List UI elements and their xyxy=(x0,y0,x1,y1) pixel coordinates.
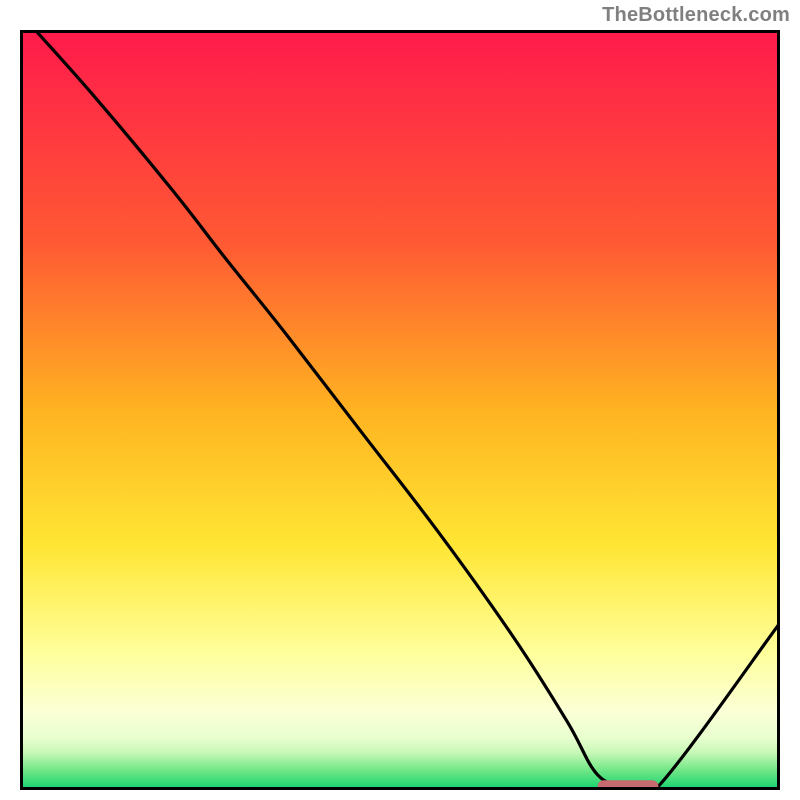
watermark-text: TheBottleneck.com xyxy=(602,4,790,27)
chart-stage: TheBottleneck.com xyxy=(0,0,800,800)
plot-area xyxy=(20,30,780,790)
plot-svg xyxy=(20,30,780,790)
